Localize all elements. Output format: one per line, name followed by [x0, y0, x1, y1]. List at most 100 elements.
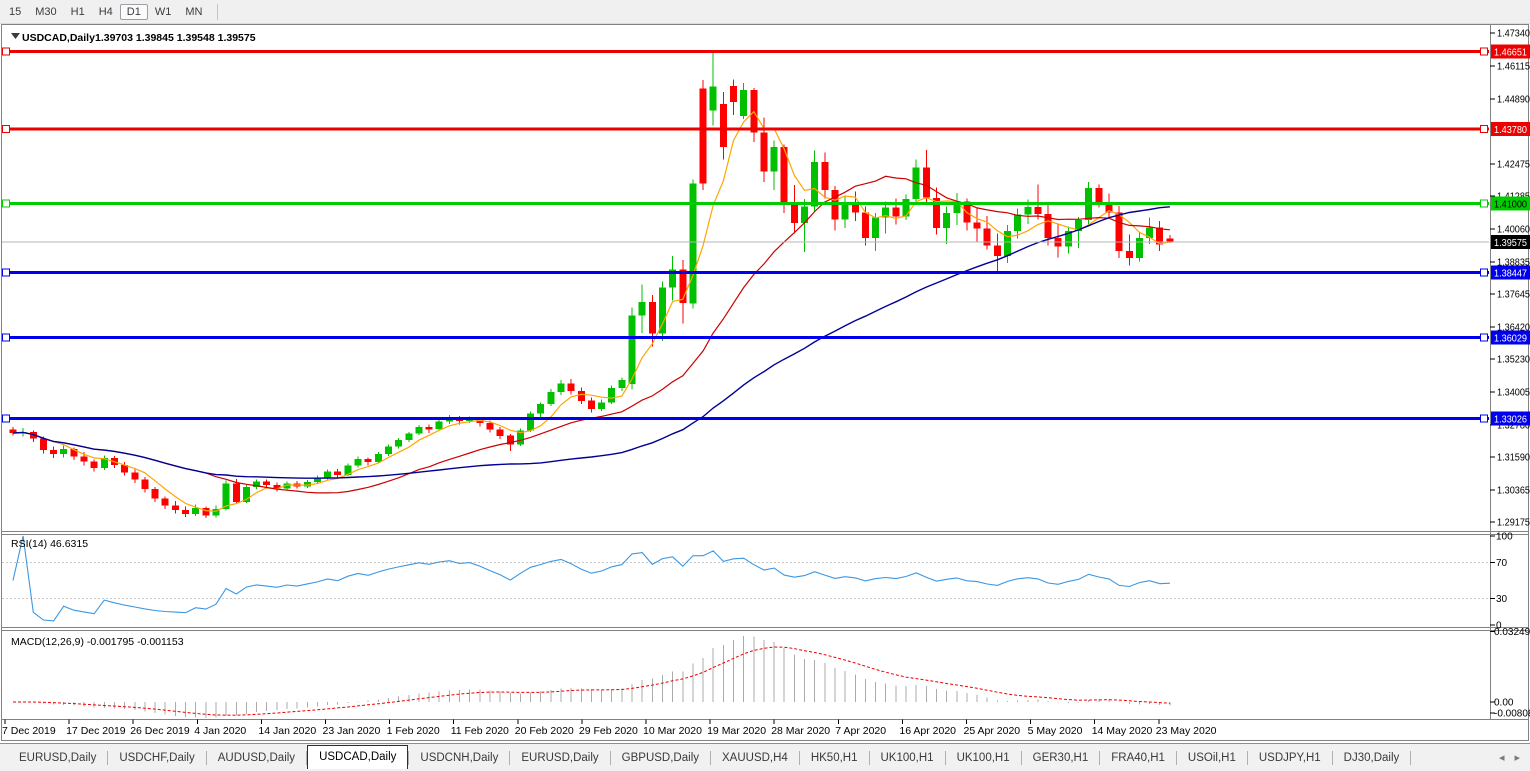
candle-body — [1166, 239, 1173, 242]
hline-anchor[interactable] — [1481, 200, 1488, 207]
candle-body — [202, 508, 209, 516]
tab-usdjpy-h1[interactable]: USDJPY,H1 — [1248, 745, 1332, 771]
chart-canvas[interactable]: 10070300 0.0324930.00-0.00808 1.473401.4… — [0, 0, 1530, 770]
symbol-tabbar: EURUSD,DailyUSDCHF,DailyAUDUSD,DailyUSDC… — [0, 743, 1530, 771]
date-tick-label: 17 Dec 2019 — [66, 725, 126, 737]
tab-eurusd-daily[interactable]: EURUSD,Daily — [8, 745, 107, 771]
tab-fra40-h1[interactable]: FRA40,H1 — [1100, 745, 1176, 771]
tf-button-h4[interactable]: H4 — [92, 4, 120, 20]
candle-body — [588, 401, 595, 409]
candle-body — [1024, 207, 1031, 215]
candle-body — [872, 218, 879, 239]
chart-frame — [0, 23, 1530, 743]
date-tick-label: 23 May 2020 — [1156, 725, 1217, 737]
price-badge-label: 1.43780 — [1494, 125, 1527, 136]
toolbar-divider — [217, 4, 218, 20]
candle-body — [608, 388, 615, 402]
hline-anchor[interactable] — [1481, 48, 1488, 55]
symbol-tabs: EURUSD,DailyUSDCHF,DailyAUDUSD,DailyUSDC… — [0, 744, 1489, 771]
hline-anchor[interactable] — [3, 269, 10, 276]
candle-body — [375, 454, 382, 462]
macd-label: MACD(12,26,9) -0.001795 -0.001153 — [11, 636, 184, 648]
candle-body — [1014, 214, 1021, 231]
price-badge-label: 1.36029 — [1494, 334, 1527, 345]
hline-anchor[interactable] — [1481, 125, 1488, 132]
hline-anchor[interactable] — [3, 334, 10, 341]
hline-anchor[interactable] — [3, 415, 10, 422]
tf-button-mn[interactable]: MN — [178, 4, 209, 20]
price-badge-label: 1.39575 — [1494, 238, 1527, 249]
hline-anchor[interactable] — [3, 48, 10, 55]
candle-body — [1034, 207, 1041, 214]
candle-body — [700, 89, 707, 184]
price-badge-label: 1.46651 — [1494, 48, 1527, 59]
tf-button-15[interactable]: 15 — [2, 4, 28, 20]
rsi-tick-label: 70 — [1496, 558, 1508, 569]
tf-button-m30[interactable]: M30 — [28, 4, 63, 20]
tab-xauusd-h4[interactable]: XAUUSD,H4 — [711, 745, 799, 771]
tabs-scroll-left-icon[interactable]: ◂ — [1499, 751, 1505, 764]
price-tick-label: 1.44890 — [1497, 95, 1530, 106]
tabs-scroll-right-icon[interactable]: ▸ — [1514, 751, 1520, 764]
price-tick-label: 1.35230 — [1497, 355, 1530, 366]
candle-body — [172, 506, 179, 510]
tab-eurusd-daily[interactable]: EURUSD,Daily — [510, 745, 609, 771]
candle-body — [182, 510, 189, 514]
hline-anchor[interactable] — [1481, 269, 1488, 276]
candle-body — [263, 482, 270, 486]
candle-body — [233, 484, 240, 502]
candle-body — [537, 404, 544, 413]
price-badge-label: 1.33026 — [1494, 414, 1527, 425]
rsi-tick-label: 100 — [1496, 532, 1513, 543]
candle-body — [152, 489, 159, 498]
candle-body — [141, 480, 148, 489]
candle-body — [547, 392, 554, 404]
candle-body — [821, 162, 828, 190]
hline-anchor[interactable] — [1481, 334, 1488, 341]
date-tick-label: 19 Mar 2020 — [707, 725, 766, 737]
candle-body — [527, 414, 534, 431]
date-tick-label: 29 Feb 2020 — [579, 725, 638, 737]
tab-usdchf-daily[interactable]: USDCHF,Daily — [108, 745, 205, 771]
tab-hk50-h1[interactable]: HK50,H1 — [800, 745, 869, 771]
tab-usdcnh-daily[interactable]: USDCNH,Daily — [409, 745, 509, 771]
price-tick-label: 1.30365 — [1497, 486, 1530, 497]
price-badge-label: 1.41000 — [1494, 200, 1527, 211]
rsi-tick-label: 30 — [1496, 594, 1508, 605]
tab-ger30-h1[interactable]: GER30,H1 — [1022, 745, 1100, 771]
candle-body — [761, 132, 768, 171]
candle-body — [60, 449, 67, 454]
candle-body — [355, 459, 362, 466]
date-tick-label: 11 Feb 2020 — [451, 725, 509, 737]
tab-uk100-h1[interactable]: UK100,H1 — [946, 745, 1021, 771]
tf-button-w1[interactable]: W1 — [148, 4, 179, 20]
candle-body — [487, 423, 494, 429]
hline-anchor[interactable] — [3, 200, 10, 207]
price-tick-label: 1.37645 — [1497, 290, 1530, 301]
candle-body — [892, 208, 899, 217]
candle-body — [385, 447, 392, 455]
tab-usdcad-daily[interactable]: USDCAD,Daily — [307, 745, 408, 769]
price-tick-label: 1.42475 — [1497, 160, 1530, 171]
candle-body — [568, 384, 575, 391]
candle-body — [334, 472, 341, 476]
tf-button-h1[interactable]: H1 — [64, 4, 92, 20]
hline-anchor[interactable] — [3, 125, 10, 132]
macd-tick-label: 0.00 — [1494, 698, 1514, 709]
date-tick-label: 14 Jan 2020 — [258, 725, 316, 737]
tab-usoil-h1[interactable]: USOil,H1 — [1177, 745, 1247, 771]
tab-audusd-daily[interactable]: AUDUSD,Daily — [207, 745, 306, 771]
candle-body — [974, 223, 981, 229]
candle-body — [862, 212, 869, 238]
tab-uk100-h1[interactable]: UK100,H1 — [870, 745, 945, 771]
candle-body — [639, 302, 646, 316]
tab-dj30-daily[interactable]: DJ30,Daily — [1333, 745, 1411, 771]
candle-body — [649, 302, 656, 334]
tf-button-d1[interactable]: D1 — [120, 4, 148, 20]
tab-gbpusd-daily[interactable]: GBPUSD,Daily — [611, 745, 710, 771]
hline-anchor[interactable] — [1481, 415, 1488, 422]
candle-body — [426, 427, 433, 429]
candle-body — [689, 184, 696, 304]
price-tick-label: 1.31590 — [1497, 453, 1530, 464]
price-tick-label: 1.47340 — [1497, 29, 1530, 40]
